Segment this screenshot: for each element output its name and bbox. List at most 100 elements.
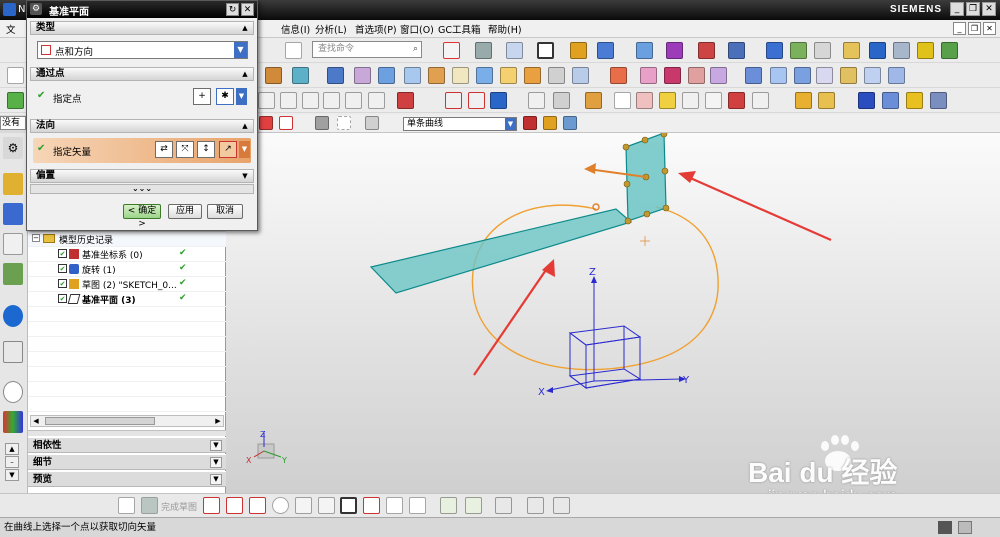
profile-icon[interactable]	[203, 497, 220, 514]
vector-options-icon[interactable]: ↕	[197, 141, 215, 158]
blend-icon[interactable]	[378, 67, 395, 84]
snap-point-icon[interactable]	[666, 42, 683, 59]
collapse-icon[interactable]: −	[32, 234, 40, 242]
through-curves-icon[interactable]	[770, 67, 787, 84]
close-button[interactable]: ✕	[982, 2, 996, 16]
menu-item-gc-toolbox[interactable]: GC工具箱	[438, 22, 481, 36]
coins-b-icon[interactable]	[818, 92, 835, 109]
scroll-up-button[interactable]: ▲	[5, 443, 19, 455]
coins-icon[interactable]	[795, 92, 812, 109]
arc-icon[interactable]	[249, 497, 266, 514]
sketch-icon[interactable]	[7, 67, 24, 84]
dimension-icon[interactable]	[397, 92, 414, 109]
deselect-icon[interactable]	[315, 116, 329, 130]
move-object-icon[interactable]	[636, 42, 653, 59]
arrow-icon[interactable]	[490, 92, 507, 109]
symbol-icon[interactable]	[728, 92, 745, 109]
visibility-checkbox[interactable]: ✔	[58, 279, 67, 288]
menu-item-window[interactable]: 窗口(O)	[400, 22, 434, 36]
scroll-thumb[interactable]	[45, 417, 155, 425]
dialog-close-icon[interactable]: ✕	[241, 3, 254, 16]
background-icon[interactable]	[537, 42, 554, 59]
tag-icon[interactable]	[843, 42, 860, 59]
pull-face-icon[interactable]	[664, 67, 681, 84]
history-root[interactable]: − 模型历史记录	[28, 232, 226, 247]
offset-curve-icon[interactable]	[409, 497, 426, 514]
type-section-header[interactable]: 类型 ▲	[30, 21, 254, 35]
restore-button[interactable]: ❐	[966, 2, 980, 16]
scroll-left-icon[interactable]: ◀	[31, 416, 41, 426]
assembly-icon[interactable]	[766, 42, 783, 59]
hammer-icon[interactable]	[893, 42, 910, 59]
hole-icon[interactable]	[327, 67, 344, 84]
work-layer-icon[interactable]	[597, 42, 614, 59]
fit-10-icon[interactable]	[368, 92, 385, 109]
triangle-icon[interactable]	[614, 92, 631, 109]
select-area-icon[interactable]	[279, 116, 293, 130]
ring-icon[interactable]	[906, 92, 923, 109]
command-search-input[interactable]: 查找命令 ⌕	[312, 41, 422, 58]
fit-10h7b-icon[interactable]	[345, 92, 362, 109]
chevron-up-icon[interactable]: ▲	[240, 69, 250, 79]
dependencies-panel[interactable]: 相依性 ▼	[28, 437, 226, 453]
stop-at-icon[interactable]	[543, 116, 557, 130]
point-icon[interactable]	[386, 497, 403, 514]
web-browser-tab-icon[interactable]	[3, 305, 23, 327]
point-dialog-icon[interactable]: +	[193, 88, 211, 105]
layer-icon[interactable]	[570, 42, 587, 59]
shell-icon[interactable]	[428, 67, 445, 84]
rectangle-icon[interactable]	[340, 497, 357, 514]
finish-sketch-icon[interactable]	[141, 497, 158, 514]
draft-icon[interactable]	[452, 67, 469, 84]
scroll-mid-button[interactable]: –	[5, 456, 19, 468]
surface-icon[interactable]	[745, 67, 762, 84]
chevron-down-icon[interactable]: ▼	[210, 457, 222, 468]
box-icon[interactable]	[572, 67, 589, 84]
menu-item-analysis[interactable]: 分析(L)	[315, 22, 347, 36]
fit-10h7-icon[interactable]	[323, 92, 340, 109]
visibility-checkbox[interactable]: ✔	[58, 249, 67, 258]
blue-tool-icon[interactable]	[869, 42, 886, 59]
orient-view-icon[interactable]	[506, 42, 523, 59]
sync-icon[interactable]	[610, 67, 627, 84]
assembly-nav-tab-icon[interactable]	[3, 173, 23, 195]
specify-point-row[interactable]: ✔ 指定点 + ✱ ▼	[33, 86, 251, 108]
history-item[interactable]: ✔ 基准平面 (3) ✔	[28, 292, 226, 307]
boolean-icon[interactable]	[354, 67, 371, 84]
stack-icon[interactable]	[790, 42, 807, 59]
type-select[interactable]: 点和方向 ▼	[37, 41, 248, 59]
new-sheet-icon[interactable]	[285, 42, 302, 59]
filter-icon[interactable]	[365, 116, 379, 130]
chevron-down-icon[interactable]: ▼	[239, 141, 250, 158]
auto-constrain-icon[interactable]	[553, 497, 570, 514]
constraint-icon[interactable]	[527, 497, 544, 514]
specify-vector-row[interactable]: ✔ 指定矢量 ⇄ ⤧ ↕ ↗ ▼	[33, 138, 251, 163]
tolerance-2-icon[interactable]	[280, 92, 297, 109]
history-item[interactable]: ✔ 旋转 (1) ✔	[28, 262, 226, 277]
menu-item-help[interactable]: 帮助(H)	[488, 22, 522, 36]
trim-icon[interactable]	[524, 67, 541, 84]
chevron-down-icon[interactable]: ▼	[240, 171, 250, 181]
ok-button[interactable]: < 确定 >	[123, 204, 161, 229]
studio-spline-icon[interactable]	[363, 497, 380, 514]
constraint-nav-tab-icon[interactable]	[3, 203, 23, 225]
note-icon[interactable]	[705, 92, 722, 109]
horizontal-scrollbar[interactable]: ◀ ▶	[30, 415, 224, 427]
balloon-icon[interactable]	[659, 92, 676, 109]
finish-sketch-label[interactable]: 完成草图	[161, 500, 197, 513]
sketch-task-icon[interactable]	[118, 497, 135, 514]
measure-angle-icon[interactable]	[728, 42, 745, 59]
measure-distance-icon[interactable]	[698, 42, 715, 59]
reverse-direction-icon[interactable]: ⤧	[176, 141, 194, 158]
studio-surface-icon[interactable]	[864, 67, 881, 84]
spring-icon[interactable]	[882, 92, 899, 109]
chevron-up-icon[interactable]: ▲	[240, 121, 250, 131]
ruled-icon[interactable]	[794, 67, 811, 84]
fit-view-icon[interactable]	[443, 42, 460, 59]
fit-h7-icon[interactable]	[302, 92, 319, 109]
scroll-right-icon[interactable]: ▶	[213, 416, 223, 426]
datum-icon[interactable]	[585, 92, 602, 109]
menu-item-preferences[interactable]: 首选项(P)	[355, 22, 397, 36]
part-nav-filter[interactable]: 没有	[0, 116, 26, 130]
table-icon[interactable]	[636, 92, 653, 109]
